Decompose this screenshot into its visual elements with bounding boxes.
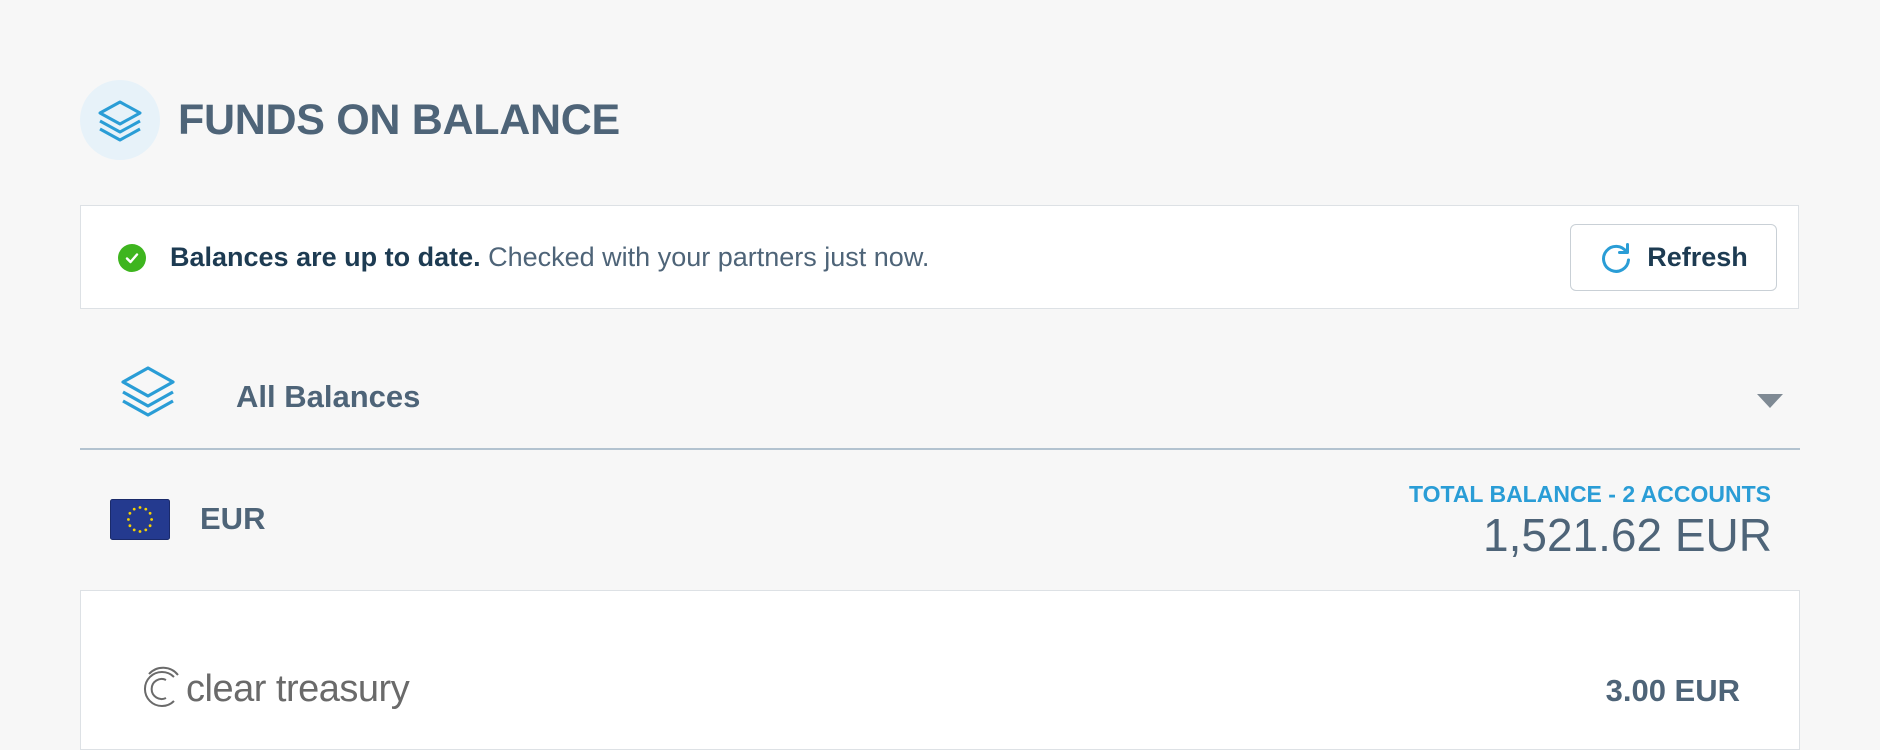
- account-balance-amount: 3.00 EUR: [1605, 673, 1740, 708]
- total-balance-amount: 1,521.62 EUR: [1483, 509, 1772, 561]
- layers-icon: [121, 366, 175, 417]
- refresh-icon: [1602, 242, 1631, 273]
- status-detail-text: Checked with your partners just now.: [480, 242, 930, 272]
- currency-code: EUR: [200, 501, 266, 536]
- status-message: Balances are up to date. Checked with yo…: [170, 240, 929, 274]
- refresh-button-label: Refresh: [1647, 242, 1748, 272]
- partner-name: clear treasury: [186, 668, 410, 710]
- eu-flag-icon: [110, 499, 170, 540]
- refresh-button[interactable]: Refresh: [1570, 224, 1777, 291]
- status-strong-text: Balances are up to date.: [170, 242, 481, 272]
- clear-treasury-logo-icon: [143, 666, 179, 707]
- layers-icon: [98, 100, 142, 142]
- header-icon-badge: [80, 80, 160, 160]
- check-circle-icon: [118, 244, 146, 272]
- partner-logo: clear treasury: [140, 666, 410, 712]
- balance-selector-value: All Balances: [236, 379, 421, 414]
- page-title: FUNDS ON BALANCE: [178, 96, 620, 144]
- total-balance-caption: TOTAL BALANCE - 2 ACCOUNTS: [1408, 481, 1771, 507]
- chevron-down-icon[interactable]: [1757, 394, 1783, 408]
